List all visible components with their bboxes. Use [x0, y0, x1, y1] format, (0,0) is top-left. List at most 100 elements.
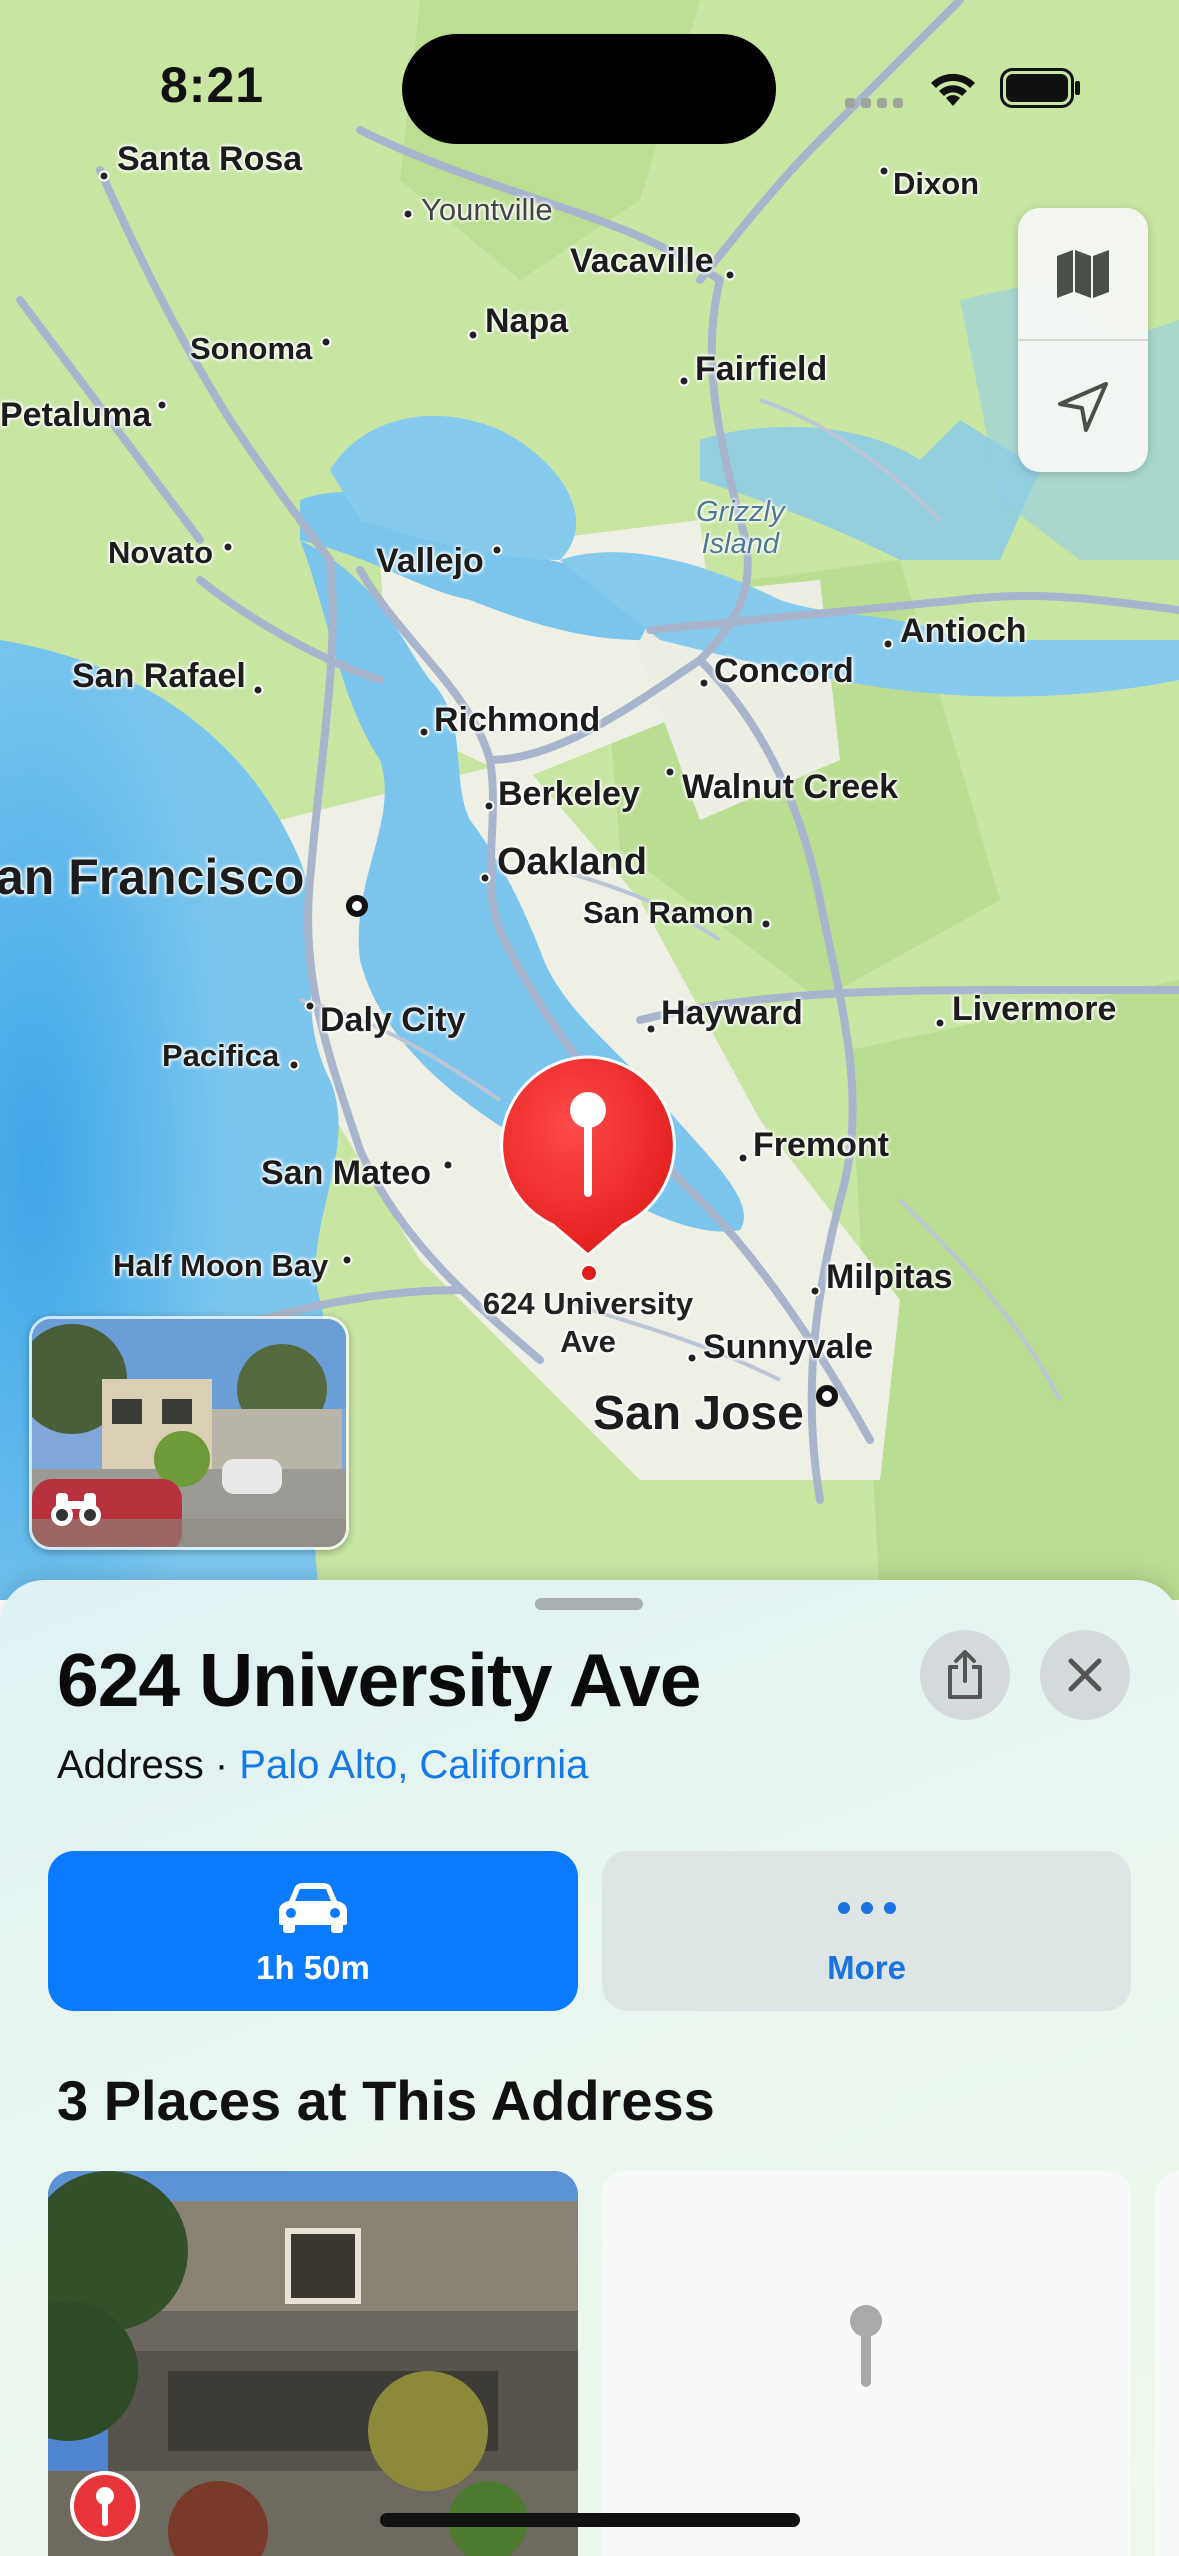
- city-label: Fremont: [753, 1126, 889, 1164]
- city-dot: [222, 541, 234, 553]
- sheet-grabber[interactable]: [535, 1598, 643, 1610]
- place-title: 624 University Ave: [57, 1638, 701, 1722]
- city-label: Vacaville: [570, 242, 714, 280]
- city-dot: [341, 1254, 353, 1266]
- pin-anchor-dot: [580, 1264, 598, 1282]
- city-dot: [698, 677, 710, 689]
- city-dot: [320, 336, 332, 348]
- city-label: Santa Rosa: [117, 140, 303, 178]
- signal-icon: [845, 98, 903, 108]
- city-label: Napa: [485, 302, 569, 340]
- city-dot: [491, 544, 503, 556]
- city-label: San Mateo: [261, 1154, 432, 1192]
- city-dot: [479, 872, 491, 884]
- drive-time-label: 1h 50m: [256, 1949, 370, 1986]
- city-dot: [882, 638, 894, 650]
- binoculars-icon: [51, 1493, 101, 1526]
- city-dot: [760, 918, 772, 930]
- city-dot: [724, 269, 736, 281]
- pin-icon: [850, 2305, 882, 2387]
- island-label-line: Grizzly: [696, 496, 785, 528]
- status-time: 8:21: [160, 57, 265, 113]
- city-dot: [252, 684, 264, 696]
- city-label: Walnut Creek: [682, 768, 899, 806]
- wifi-icon: [931, 73, 975, 106]
- city-dot: [304, 1000, 316, 1012]
- city-label: Daly City: [320, 1001, 466, 1039]
- city-label: Vallejo: [376, 542, 484, 580]
- city-label: Concord: [714, 652, 854, 690]
- place-pin-badge: [70, 2471, 140, 2541]
- car-icon: [279, 1883, 347, 1933]
- map-mode-button[interactable]: [1018, 208, 1148, 339]
- place-card[interactable]: [48, 2171, 578, 2556]
- island-label-line: Island: [701, 528, 779, 560]
- place-sheet: 624 University Ave Address · Palo Alto, …: [0, 1580, 1179, 2556]
- city-label: Pacifica: [162, 1038, 280, 1073]
- pin-label: 624 University Ave: [458, 1285, 718, 1361]
- city-dot: [645, 1023, 657, 1035]
- locate-me-button[interactable]: [1018, 341, 1148, 472]
- city-label: Dixon: [893, 166, 980, 201]
- home-indicator[interactable]: [380, 2513, 800, 2527]
- pin-label-line: Ave: [560, 1324, 616, 1359]
- city-label: Sunnyvale: [703, 1328, 874, 1366]
- city-dot: [467, 329, 479, 341]
- battery-icon: [1000, 68, 1080, 108]
- city-label: Petaluma: [0, 396, 152, 434]
- place-subtitle: Address · Palo Alto, California: [57, 1743, 588, 1788]
- location-pin-icon[interactable]: [498, 1055, 678, 1265]
- section-title: 3 Places at This Address: [57, 2069, 715, 2132]
- city-label: Antioch: [900, 612, 1027, 650]
- city-label: San Ramon: [583, 895, 754, 930]
- close-icon: [1068, 1658, 1102, 1692]
- city-label: Milpitas: [826, 1258, 953, 1296]
- city-dot: [737, 1152, 749, 1164]
- city-label: Novato: [108, 535, 214, 570]
- map-controls: [1018, 208, 1148, 472]
- dynamic-island: [402, 34, 776, 144]
- city-dot-major: [346, 895, 368, 917]
- city-label: Half Moon Bay: [113, 1248, 329, 1283]
- city-label: Livermore: [952, 990, 1117, 1028]
- location-arrow-icon: [1058, 381, 1108, 432]
- share-button[interactable]: [920, 1630, 1010, 1720]
- city-dot: [288, 1059, 300, 1071]
- city-label: Fairfield: [695, 350, 828, 388]
- city-label: San Jose: [593, 1387, 804, 1440]
- city-label: Oakland: [497, 841, 647, 883]
- city-dot: [402, 208, 414, 220]
- city-dot: [809, 1285, 821, 1297]
- city-label: Hayward: [661, 994, 803, 1032]
- directions-drive-button[interactable]: 1h 50m: [48, 1851, 578, 2011]
- close-button[interactable]: [1040, 1630, 1130, 1720]
- city-dot: [442, 1159, 454, 1171]
- more-button[interactable]: More: [602, 1851, 1131, 2011]
- city-dot: [98, 170, 110, 182]
- more-label: More: [827, 1949, 906, 1986]
- city-dot: [664, 766, 676, 778]
- city-dot: [678, 375, 690, 387]
- ellipsis-icon: [837, 1902, 896, 1914]
- look-around-thumbnail[interactable]: [29, 1316, 349, 1550]
- location-link[interactable]: Palo Alto, California: [239, 1743, 588, 1787]
- city-label: San Rafael: [72, 657, 246, 695]
- island-label: Grizzly Island: [696, 496, 785, 560]
- city-dot: [878, 165, 890, 177]
- place-card[interactable]: [1155, 2171, 1179, 2556]
- city-label: Richmond: [434, 701, 601, 739]
- place-card[interactable]: [602, 2171, 1131, 2556]
- address-type-label: Address ·: [57, 1743, 240, 1787]
- pin-icon: [96, 2487, 114, 2526]
- city-dot: [418, 726, 430, 738]
- city-dot: [156, 399, 168, 411]
- map-icon: [1057, 249, 1109, 298]
- city-dot-major: [816, 1385, 838, 1407]
- map-view[interactable]: Santa Rosa Yountville Dixon Vacaville Na…: [0, 0, 1179, 1600]
- share-icon: [948, 1650, 982, 1699]
- city-label: Berkeley: [498, 775, 640, 813]
- pin-label-line: 624 University: [482, 1286, 694, 1321]
- city-dot: [934, 1017, 946, 1029]
- city-label: an Francisco: [0, 849, 305, 905]
- city-label: Yountville: [421, 192, 553, 227]
